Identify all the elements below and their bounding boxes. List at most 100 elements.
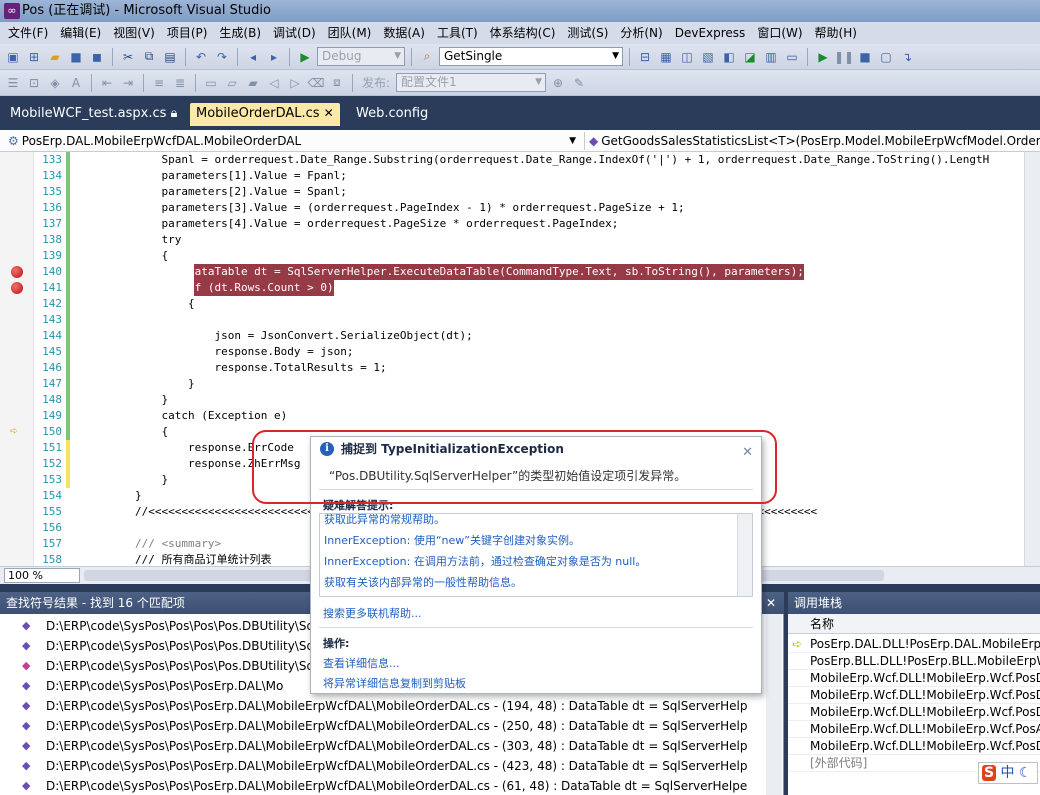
- tab-mobilewcf-test[interactable]: MobileWCF_test.aspx.cs 🔒︎: [4, 103, 183, 126]
- solution-explorer-icon[interactable]: ⊟: [636, 48, 654, 66]
- toolbox-icon[interactable]: ▧: [699, 48, 717, 66]
- zoom-combo[interactable]: 100 %: [4, 568, 80, 583]
- output-icon[interactable]: ▭: [783, 48, 801, 66]
- start-debugging-icon[interactable]: ▶: [296, 48, 314, 66]
- navigate-backward-icon[interactable]: ◂: [244, 48, 262, 66]
- member-selector[interactable]: ◆ GetGoodsSalesStatisticsList<T>(PosErp.M…: [584, 132, 1040, 150]
- properties-icon[interactable]: ▦: [657, 48, 675, 66]
- outdent-icon[interactable]: ⇤: [98, 74, 116, 92]
- bookmark-window-icon[interactable]: ⧈: [328, 74, 346, 92]
- tip-link[interactable]: 获取此异常的常规帮助。: [324, 514, 445, 530]
- solution-config-combo[interactable]: Debug ▼: [317, 47, 405, 66]
- indent-icon[interactable]: ⇥: [119, 74, 137, 92]
- close-icon[interactable]: ✕: [766, 592, 776, 614]
- cut-icon[interactable]: ✂: [119, 48, 137, 66]
- publish-profile-combo[interactable]: 配置文件1 ▼: [396, 73, 547, 92]
- save-all-icon[interactable]: ◼: [88, 48, 106, 66]
- save-icon[interactable]: ■: [67, 48, 85, 66]
- list-item[interactable]: ◆ D:\ERP\code\SysPos\Pos\PosErp.DAL\Mobil…: [0, 756, 784, 776]
- parameter-info-icon[interactable]: ⊡: [25, 74, 43, 92]
- menu-help[interactable]: 帮助(H): [809, 23, 863, 43]
- close-icon[interactable]: ✕: [324, 106, 334, 120]
- bookmark-prev-icon[interactable]: ▱: [223, 74, 241, 92]
- uncomment-icon[interactable]: ≣: [171, 74, 189, 92]
- table-row[interactable]: MobileErp.Wcf.DLL!MobileErp.Wcf.PosDefau: [788, 670, 1040, 687]
- bookmark-prev-folder-icon[interactable]: ◁: [265, 74, 283, 92]
- complete-word-icon[interactable]: A: [67, 74, 85, 92]
- bookmark-next-icon[interactable]: ▰: [244, 74, 262, 92]
- ime-indicator[interactable]: S 中 ☾: [978, 762, 1038, 784]
- list-item[interactable]: ◆ D:\ERP\code\SysPos\Pos\PosErp.DAL\Mobil…: [0, 776, 784, 795]
- comment-icon[interactable]: ≡: [150, 74, 168, 92]
- editor-vertical-scrollbar[interactable]: [1024, 152, 1040, 566]
- menu-tools[interactable]: 工具(T): [431, 23, 484, 43]
- undo-icon[interactable]: ↶: [192, 48, 210, 66]
- find-in-files-icon[interactable]: ⌕: [418, 48, 436, 66]
- menu-project[interactable]: 项目(P): [161, 23, 214, 43]
- menu-debug[interactable]: 调试(D): [267, 23, 322, 43]
- start-page-icon[interactable]: ◪: [741, 48, 759, 66]
- bookmark-next-folder-icon[interactable]: ▷: [286, 74, 304, 92]
- restart-icon[interactable]: ▢: [877, 48, 895, 66]
- find-results-scrollbar[interactable]: [766, 614, 782, 795]
- member-list-icon[interactable]: ☰: [4, 74, 22, 92]
- search-online-help-link[interactable]: 搜索更多联机帮助...: [323, 605, 422, 621]
- tab-web-config[interactable]: Web.config: [350, 103, 434, 126]
- tip-link[interactable]: 获取有关该内部异常的一般性帮助信息。: [324, 573, 522, 593]
- menu-team[interactable]: 团队(M): [322, 23, 378, 43]
- menu-analyze[interactable]: 分析(N): [614, 23, 668, 43]
- table-row[interactable]: PosErp.BLL.DLL!PosErp.BLL.MobileErpWcfBL: [788, 653, 1040, 670]
- publish-web-icon[interactable]: ⊕: [549, 74, 567, 92]
- menu-test[interactable]: 测试(S): [561, 23, 614, 43]
- list-item[interactable]: ◆ D:\ERP\code\SysPos\Pos\PosErp.DAL\Mobil…: [0, 716, 784, 736]
- bookmark-clear-icon[interactable]: ⌫: [307, 74, 325, 92]
- server-explorer-icon[interactable]: ◧: [720, 48, 738, 66]
- menu-data[interactable]: 数据(A): [377, 23, 431, 43]
- chevron-down-icon: ▼: [535, 77, 543, 87]
- step-into-icon[interactable]: ↴: [898, 48, 916, 66]
- table-row[interactable]: MobileErp.Wcf.DLL!MobileErp.Wcf.PosDefau: [788, 687, 1040, 704]
- publish-settings-icon[interactable]: ✎: [570, 74, 588, 92]
- tips-scrollbar[interactable]: [737, 514, 752, 596]
- menu-file[interactable]: 文件(F): [2, 23, 54, 43]
- call-stack-header: 调用堆栈: [788, 592, 1040, 614]
- class-selector[interactable]: ⚙ PosErp.DAL.MobileErpWcfDAL.MobileOrderD…: [8, 132, 578, 150]
- continue-icon[interactable]: ▶: [814, 48, 832, 66]
- call-stack-column-name[interactable]: 名称: [788, 614, 1040, 634]
- view-detail-link[interactable]: 查看详细信息...: [323, 655, 400, 671]
- redo-icon[interactable]: ↷: [213, 48, 231, 66]
- navigate-forward-icon[interactable]: ▸: [265, 48, 283, 66]
- quick-info-icon[interactable]: ◈: [46, 74, 64, 92]
- list-item[interactable]: ◆ D:\ERP\code\SysPos\Pos\PosErp.DAL\Mobil…: [0, 696, 784, 716]
- code-line: 136 parameters[3].Value = (orderrequest.…: [42, 201, 685, 214]
- menu-build[interactable]: 生成(B): [213, 23, 267, 43]
- add-item-icon[interactable]: ⊞: [25, 48, 43, 66]
- open-file-icon[interactable]: ▰: [46, 48, 64, 66]
- table-row[interactable]: MobileErp.Wcf.DLL!MobileErp.Wcf.PosDefau: [788, 738, 1040, 755]
- paste-icon[interactable]: ▤: [161, 48, 179, 66]
- menu-edit[interactable]: 编辑(E): [54, 23, 107, 43]
- tip-link[interactable]: InnerException: 在调用方法前，通过检查确定对象是否为 null。: [324, 552, 646, 572]
- copy-exception-link[interactable]: 将异常详细信息复制到剪贴板: [323, 675, 466, 691]
- table-row[interactable]: MobileErp.Wcf.DLL!MobileErp.Wcf.PosAPI.G: [788, 721, 1040, 738]
- find-combo[interactable]: GetSingle ▼: [439, 47, 623, 66]
- bookmark-toggle-icon[interactable]: ▭: [202, 74, 220, 92]
- list-item[interactable]: ◆ D:\ERP\code\SysPos\Pos\PosErp.DAL\Mobil…: [0, 736, 784, 756]
- chevron-down-icon: ▼: [394, 51, 401, 61]
- menu-window[interactable]: 窗口(W): [751, 23, 808, 43]
- break-all-icon[interactable]: ❚❚: [834, 48, 854, 66]
- table-row[interactable]: ➪PosErp.DAL.DLL!PosErp.DAL.MobileErpWcfD: [788, 636, 1040, 653]
- stop-debugging-icon[interactable]: ■: [856, 48, 874, 66]
- copy-icon[interactable]: ⧉: [140, 48, 158, 66]
- menu-view[interactable]: 视图(V): [107, 23, 161, 43]
- breakpoint-icon[interactable]: [11, 282, 23, 294]
- menu-architecture[interactable]: 体系结构(C): [484, 23, 562, 43]
- breakpoint-icon[interactable]: [11, 266, 23, 278]
- object-browser-icon[interactable]: ◫: [678, 48, 696, 66]
- tip-link[interactable]: InnerException: 使用“new”关键字创建对象实例。: [324, 531, 580, 551]
- table-row[interactable]: MobileErp.Wcf.DLL!MobileErp.Wcf.PosDefau: [788, 704, 1040, 721]
- new-project-icon[interactable]: ▣: [4, 48, 22, 66]
- class-view-icon[interactable]: ▥: [762, 48, 780, 66]
- menu-devexpress[interactable]: DevExpress: [669, 23, 752, 43]
- tab-mobileorderdal[interactable]: MobileOrderDAL.cs ✕: [190, 103, 340, 126]
